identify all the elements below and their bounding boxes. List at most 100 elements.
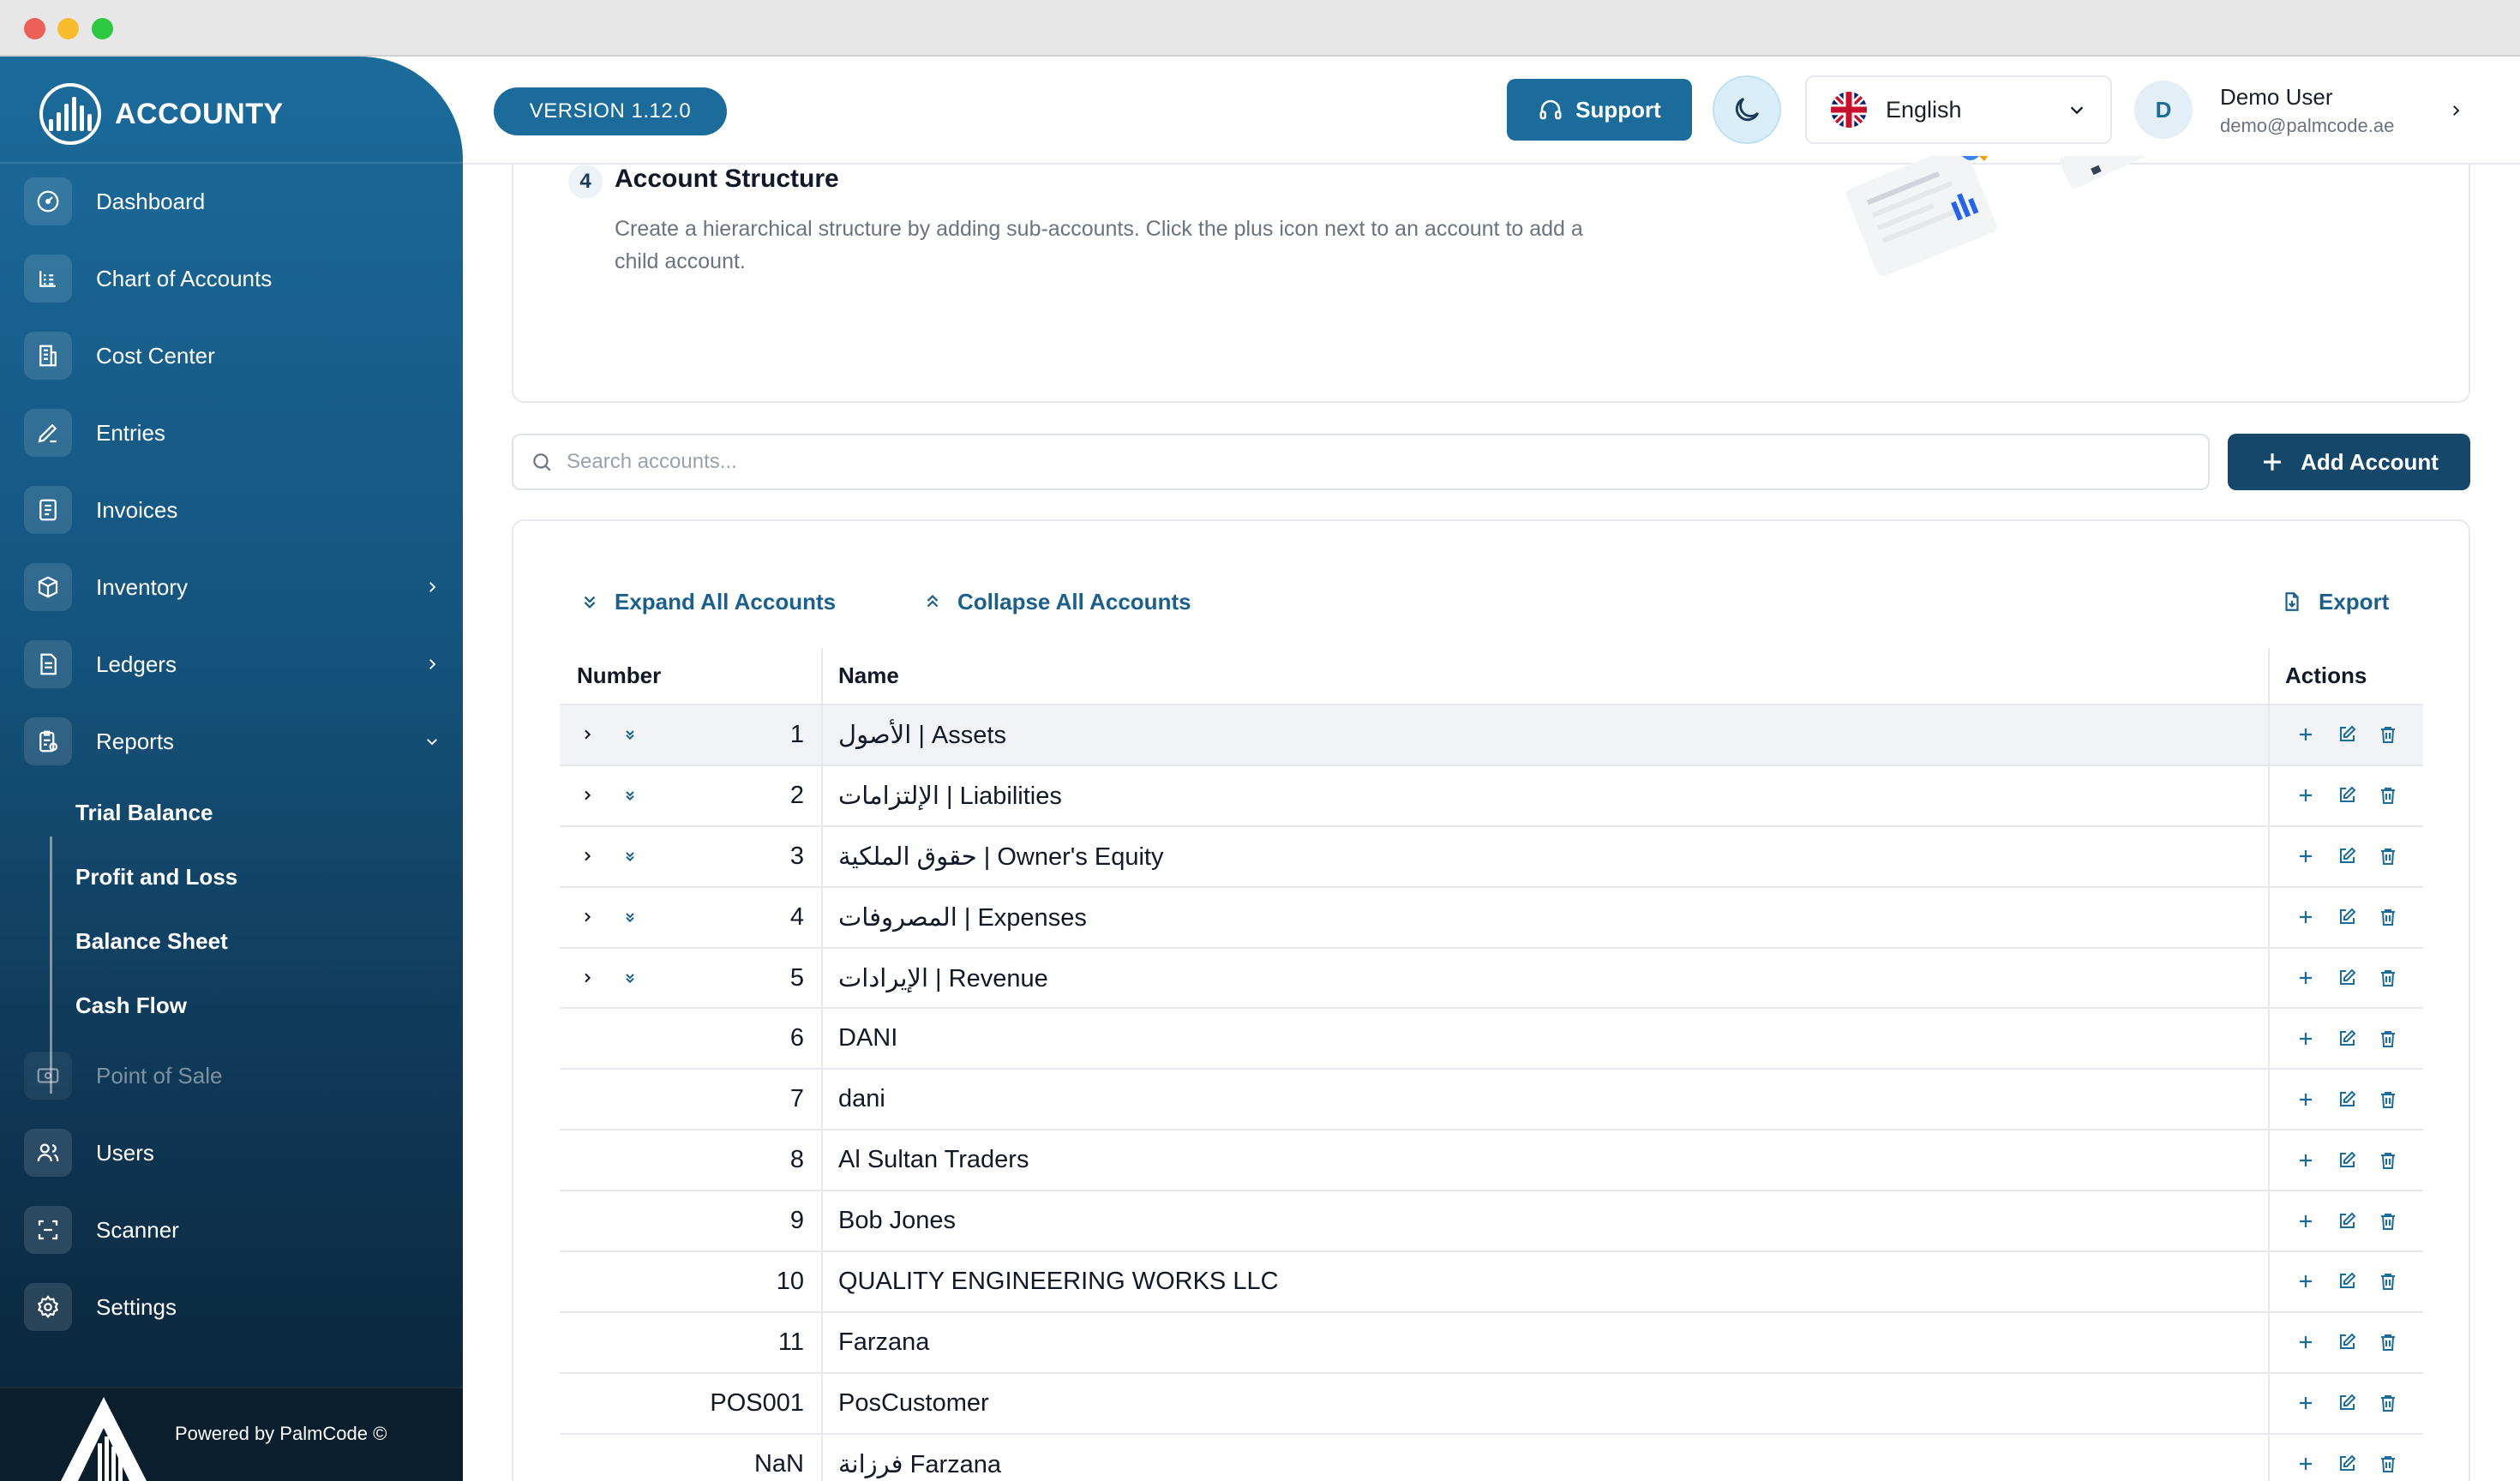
brand[interactable]: ACCOUNTY — [39, 82, 284, 146]
table-row[interactable]: POS001 PosCustomer — [560, 1372, 2423, 1435]
table-row[interactable]: 3 حقوق الملكية | Owner's Equity — [560, 825, 2423, 888]
expand-row-chevron-icon[interactable] — [579, 908, 596, 926]
search-box[interactable] — [512, 434, 2210, 490]
expand-all-children-icon[interactable] — [621, 848, 639, 865]
delete-trash-icon[interactable] — [2376, 783, 2400, 807]
search-input[interactable] — [567, 450, 2109, 474]
maximize-window-button[interactable] — [92, 18, 113, 39]
edit-icon[interactable] — [2335, 723, 2359, 746]
table-row[interactable]: 6 DANI — [560, 1008, 2423, 1070]
table-row[interactable]: NaN فرزانة Farzana — [560, 1433, 2423, 1481]
minimize-window-button[interactable] — [57, 18, 79, 39]
edit-icon[interactable] — [2335, 905, 2359, 929]
add-child-plus-icon[interactable] — [2294, 723, 2318, 746]
table-row[interactable]: 9 Bob Jones — [560, 1190, 2423, 1253]
export-label: Export — [2319, 588, 2390, 615]
delete-trash-icon[interactable] — [2376, 844, 2400, 868]
expand-row-chevron-icon[interactable] — [579, 787, 596, 804]
add-account-button[interactable]: Add Account — [2228, 434, 2470, 490]
add-child-plus-icon[interactable] — [2294, 844, 2318, 868]
chevron-right-icon[interactable] — [420, 652, 444, 676]
delete-trash-icon[interactable] — [2376, 1452, 2400, 1476]
delete-trash-icon[interactable] — [2376, 1330, 2400, 1354]
delete-trash-icon[interactable] — [2376, 1269, 2400, 1293]
delete-trash-icon[interactable] — [2376, 1209, 2400, 1233]
table-row[interactable]: 2 الإلتزامات | Liabilities — [560, 764, 2423, 827]
delete-trash-icon[interactable] — [2376, 966, 2400, 990]
expand-row-chevron-icon[interactable] — [579, 726, 596, 743]
sidebar-item-scanner[interactable]: Scanner — [24, 1202, 444, 1258]
expand-all-children-icon[interactable] — [621, 787, 639, 804]
export-button[interactable]: Export — [2281, 581, 2389, 622]
add-child-plus-icon[interactable] — [2294, 905, 2318, 929]
add-child-plus-icon[interactable] — [2294, 1027, 2318, 1051]
add-child-plus-icon[interactable] — [2294, 1391, 2318, 1415]
language-select[interactable]: English — [1805, 75, 2112, 144]
add-child-plus-icon[interactable] — [2294, 783, 2318, 807]
edit-icon[interactable] — [2335, 1027, 2359, 1051]
sidebar-item-dashboard[interactable]: Dashboard — [24, 173, 444, 230]
sidebar-item-ledgers[interactable]: Ledgers — [24, 636, 444, 693]
sidebar-item-chart-of-accounts[interactable]: Chart of Accounts — [24, 250, 444, 307]
table-row[interactable]: 1 الأصول | Assets — [560, 705, 2423, 766]
add-child-plus-icon[interactable] — [2294, 1452, 2318, 1476]
table-row[interactable]: 11 Farzana — [560, 1311, 2423, 1374]
edit-icon[interactable] — [2335, 1209, 2359, 1233]
table-row[interactable]: 7 dani — [560, 1069, 2423, 1131]
sidebar-item-entries[interactable]: Entries — [24, 405, 444, 461]
sidebar-subitem-balance-sheet[interactable]: Balance Sheet — [75, 924, 228, 958]
header-number[interactable]: Number — [560, 648, 823, 705]
sidebar-item-settings[interactable]: Settings — [24, 1279, 444, 1335]
edit-icon[interactable] — [2335, 1088, 2359, 1112]
add-child-plus-icon[interactable] — [2294, 1088, 2318, 1112]
add-child-plus-icon[interactable] — [2294, 966, 2318, 990]
header-name[interactable]: Name — [822, 648, 2270, 705]
edit-icon[interactable] — [2335, 1148, 2359, 1172]
edit-icon[interactable] — [2335, 1330, 2359, 1354]
close-window-button[interactable] — [24, 18, 45, 39]
collapse-all-button[interactable]: Collapse All Accounts — [923, 581, 1191, 622]
chevron-right-icon[interactable] — [420, 575, 444, 599]
sidebar-item-users[interactable]: Users — [24, 1124, 444, 1181]
edit-icon[interactable] — [2335, 966, 2359, 990]
expand-all-children-icon[interactable] — [621, 908, 639, 926]
delete-trash-icon[interactable] — [2376, 1027, 2400, 1051]
add-child-plus-icon[interactable] — [2294, 1330, 2318, 1354]
delete-trash-icon[interactable] — [2376, 1148, 2400, 1172]
sidebar-subitem-cash-flow[interactable]: Cash Flow — [75, 988, 187, 1022]
support-button[interactable]: Support — [1507, 79, 1692, 141]
edit-icon[interactable] — [2335, 844, 2359, 868]
delete-trash-icon[interactable] — [2376, 723, 2400, 746]
delete-trash-icon[interactable] — [2376, 1391, 2400, 1415]
edit-icon[interactable] — [2335, 783, 2359, 807]
user-avatar[interactable]: D — [2134, 81, 2193, 139]
expand-all-children-icon[interactable] — [621, 969, 639, 986]
expand-all-children-icon[interactable] — [621, 726, 639, 743]
user-menu-chevron-icon[interactable] — [2443, 98, 2469, 123]
chevron-down-icon[interactable] — [420, 729, 444, 753]
edit-icon[interactable] — [2335, 1269, 2359, 1293]
table-row[interactable]: 5 الإيرادات | Revenue — [560, 947, 2423, 1010]
delete-trash-icon[interactable] — [2376, 905, 2400, 929]
sidebar-item-point-of-sale[interactable]: Point of Sale — [24, 1047, 444, 1104]
table-row[interactable]: 8 Al Sultan Traders — [560, 1130, 2423, 1192]
sidebar-item-cost-center[interactable]: Cost Center — [24, 327, 444, 384]
sidebar-item-inventory[interactable]: Inventory — [24, 559, 444, 615]
account-actions-cell — [2269, 1008, 2423, 1070]
theme-toggle-button[interactable] — [1713, 75, 1781, 144]
expand-all-button[interactable]: Expand All Accounts — [580, 581, 836, 622]
table-row[interactable]: 10 QUALITY ENGINEERING WORKS LLC — [560, 1251, 2423, 1313]
table-row[interactable]: 4 المصروفات | Expenses — [560, 886, 2423, 949]
sidebar-subitem-trial-balance[interactable]: Trial Balance — [75, 795, 213, 830]
sidebar-item-invoices[interactable]: Invoices — [24, 482, 444, 538]
edit-icon[interactable] — [2335, 1452, 2359, 1476]
add-child-plus-icon[interactable] — [2294, 1209, 2318, 1233]
add-child-plus-icon[interactable] — [2294, 1269, 2318, 1293]
expand-row-chevron-icon[interactable] — [579, 848, 596, 865]
add-child-plus-icon[interactable] — [2294, 1148, 2318, 1172]
delete-trash-icon[interactable] — [2376, 1088, 2400, 1112]
expand-row-chevron-icon[interactable] — [579, 969, 596, 986]
sidebar-item-reports[interactable]: Reports — [24, 713, 444, 770]
edit-icon[interactable] — [2335, 1391, 2359, 1415]
sidebar-subitem-profit-and-loss[interactable]: Profit and Loss — [75, 860, 237, 894]
